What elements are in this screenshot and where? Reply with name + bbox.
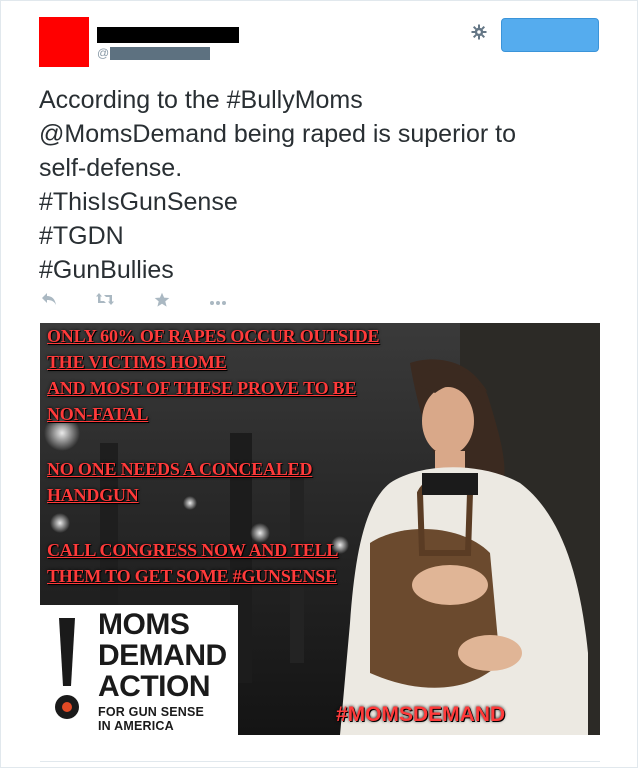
tweet-text-line: #TGDN: [39, 222, 124, 250]
follow-button[interactable]: [501, 18, 599, 52]
exclamation-icon: [59, 618, 75, 686]
retweet-icon[interactable]: [96, 292, 114, 312]
user-handle[interactable]: @: [97, 45, 211, 61]
gear-icon[interactable]: [469, 24, 489, 44]
logo-subline: IN AMERICA: [98, 719, 174, 733]
tweet-card: @ According to the #BullyMoms @MomsDeman…: [0, 0, 638, 768]
logo-line: MOMS: [98, 608, 190, 641]
tweet-text-line: @MomsDemand being raped is superior to: [39, 120, 516, 148]
target-icon: [55, 695, 79, 719]
redacted-handle: [110, 47, 211, 61]
moms-demand-action-logo: MOMS DEMAND ACTION FOR GUN SENSE IN AMER…: [40, 605, 238, 735]
overlay-line: AND MOST OF THESE PROVE TO BE: [47, 378, 357, 398]
logo-subline: FOR GUN SENSE: [98, 705, 205, 719]
avatar[interactable]: [39, 17, 89, 67]
redacted-display-name[interactable]: [97, 27, 239, 43]
logo-line: DEMAND: [98, 639, 227, 672]
overlay-line: THE VICTIMS HOME: [47, 352, 227, 372]
overlay-line: THEM TO GET SOME #GUNSENSE: [47, 566, 337, 586]
divider: [40, 761, 600, 762]
hashtag-overlay: #MOMSDEMAND: [336, 703, 506, 726]
reply-icon[interactable]: [41, 292, 57, 312]
tweet-text: According to the #BullyMoms @MomsDemand …: [39, 83, 609, 287]
overlay-line: ONLY 60% OF RAPES OCCUR OUTSIDE: [47, 326, 380, 346]
more-icon[interactable]: [209, 292, 227, 312]
tweet-text-line: According to the #BullyMoms: [39, 86, 363, 114]
overlay-line: CALL CONGRESS NOW AND TELL: [47, 540, 339, 560]
tweet-photo[interactable]: ONLY 60% OF RAPES OCCUR OUTSIDE THE VICT…: [40, 323, 600, 735]
star-icon[interactable]: [154, 292, 170, 312]
tweet-text-line: #GunBullies: [39, 256, 174, 284]
tweet-text-line: #ThisIsGunSense: [39, 188, 238, 216]
handle-at-sign: @: [97, 46, 110, 60]
logo-line: ACTION: [98, 670, 211, 703]
tweet-text-line: self-defense.: [39, 154, 183, 182]
overlay-line: NON-FATAL: [47, 404, 149, 424]
overlay-line: HANDGUN: [47, 485, 139, 505]
overlay-line: NO ONE NEEDS A CONCEALED: [47, 459, 313, 479]
